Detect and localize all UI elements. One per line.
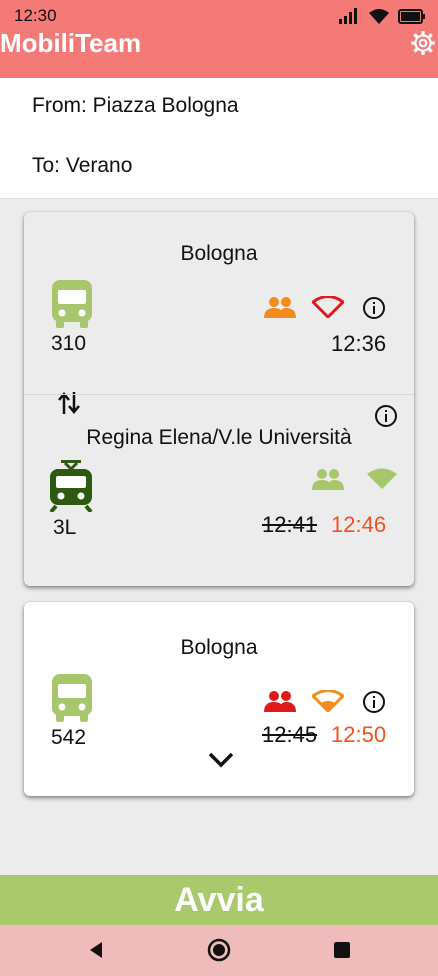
info-icon[interactable] (374, 404, 398, 428)
journey-card-1[interactable]: Bologna 310 12:36 Regina Elena/V.le Univ… (24, 212, 414, 586)
leg-divider (24, 394, 414, 395)
chevron-down-icon[interactable] (208, 752, 234, 768)
home-icon[interactable] (207, 938, 231, 962)
system-nav-bar (0, 925, 438, 976)
start-button-label: Avvia (174, 881, 264, 919)
status-icons (338, 8, 426, 24)
crowding-icon (264, 691, 296, 712)
journey-card-2[interactable]: Bologna 542 12:45 12:50 (24, 602, 414, 796)
settings-gear-icon[interactable] (410, 30, 436, 56)
realtime-time: 12:50 (331, 722, 387, 747)
app-bar: 12:30 MobiliTeam (0, 0, 438, 78)
realtime-signal-icon (312, 296, 344, 318)
to-label: To: Verano (32, 154, 133, 177)
signal-icon (339, 8, 357, 24)
bus-icon (52, 674, 92, 722)
battery-icon (398, 8, 425, 24)
realtime-signal-icon (312, 690, 344, 712)
info-icon[interactable] (362, 296, 386, 320)
line-number: 3L (53, 516, 77, 539)
to-field[interactable]: To: Verano (0, 138, 438, 199)
stop-name: Regina Elena/V.le Università (86, 426, 352, 449)
tram-icon (49, 460, 93, 512)
line-number: 542 (51, 726, 87, 749)
info-icon[interactable] (362, 690, 386, 714)
scheduled-time: 12:41 (262, 512, 318, 537)
wifi-icon (369, 9, 389, 24)
realtime-time: 12:46 (331, 512, 387, 537)
stop-name: Bologna (180, 242, 258, 265)
crowding-icon (312, 469, 344, 490)
departure-time: 12:36 (331, 331, 387, 356)
bus-icon (52, 280, 92, 328)
line-number: 310 (51, 332, 87, 355)
recents-icon[interactable] (333, 941, 351, 959)
start-button[interactable]: Avvia (0, 875, 438, 925)
crowding-icon (264, 297, 296, 318)
from-label: From: Piazza Bologna (32, 94, 239, 117)
from-field[interactable]: From: Piazza Bologna (0, 78, 438, 139)
realtime-signal-icon (367, 468, 397, 489)
app-title: MobiliTeam (0, 28, 142, 58)
back-icon[interactable] (88, 941, 104, 959)
stop-name: Bologna (180, 636, 258, 659)
status-time: 12:30 (14, 6, 57, 25)
scheduled-time: 12:45 (262, 722, 318, 747)
